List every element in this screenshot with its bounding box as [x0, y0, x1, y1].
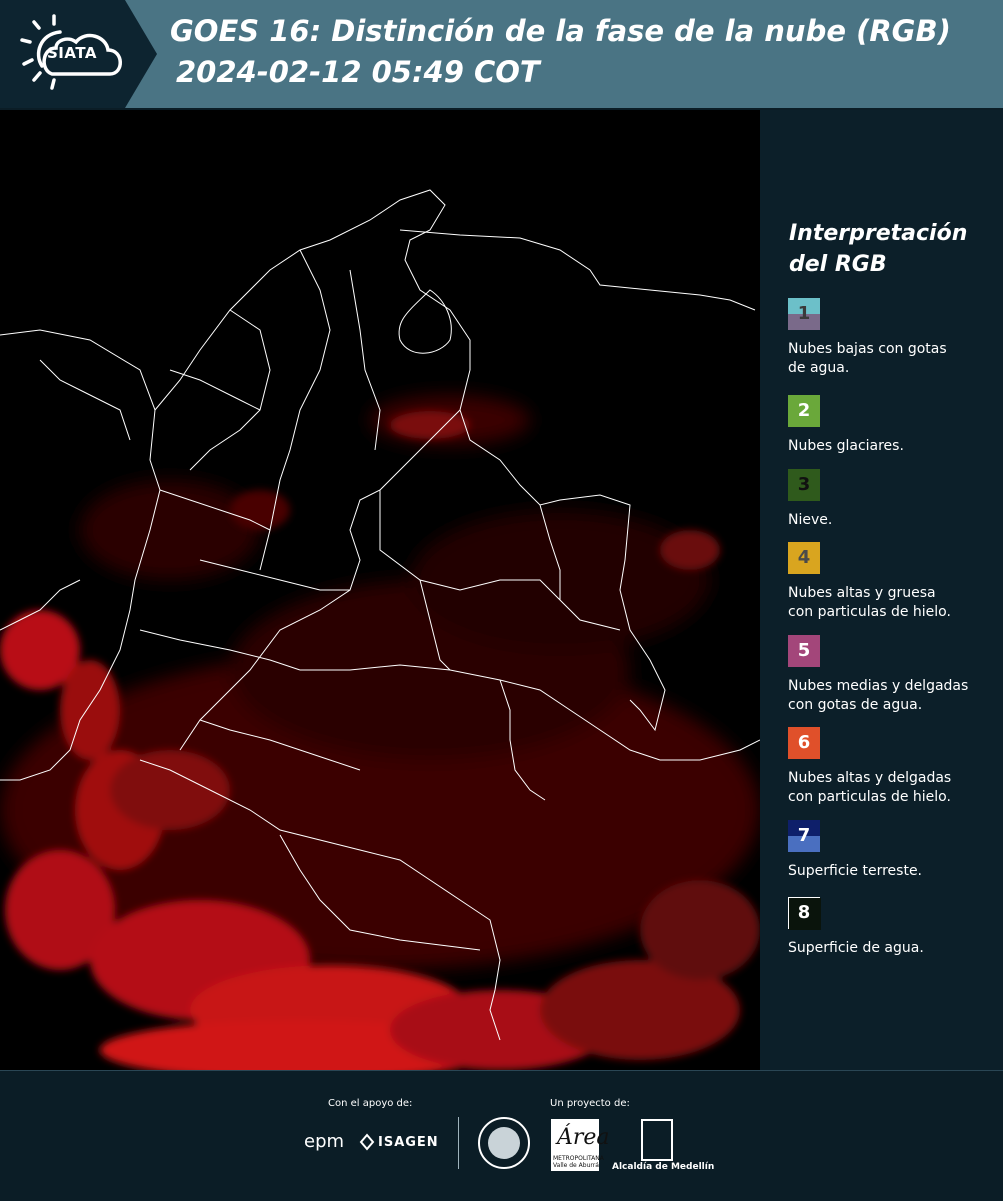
legend-desc-1: Nubes bajas con gotas de agua.	[788, 340, 988, 378]
legend-number-1: 1	[797, 303, 811, 324]
legend-item-1: 1 Nubes bajas con gotas de agua.	[788, 298, 988, 378]
legend-desc-5: Nubes medias y delgadas con gotas de agu…	[788, 677, 988, 715]
legend-number-6: 6	[797, 732, 811, 753]
legend-desc-3-line1: Nieve.	[788, 512, 833, 528]
area-metropolitana-logo[interactable]: Área METROPOLITANA Valle de Aburrá	[551, 1119, 610, 1171]
legend-item-6: 6 Nubes altas y delgadas con particulas …	[788, 727, 988, 807]
legend-title: Interpretación del RGB	[789, 218, 989, 280]
siata-logo-text: SIATA	[47, 44, 98, 62]
legend-swatch-1: 1	[788, 298, 820, 330]
page-timestamp: 2024-02-12 05:49 COT	[176, 55, 540, 89]
isagen-logo[interactable]: ISAGEN	[378, 1135, 439, 1150]
seal-inner	[488, 1127, 520, 1159]
satellite-map-image	[0, 110, 760, 1070]
legend-swatch-3: 3	[788, 469, 820, 501]
area-sub1: METROPOLITANA	[553, 1155, 604, 1162]
isagen-icon	[359, 1133, 375, 1151]
legend-number-3: 3	[797, 474, 811, 495]
legend-desc-4: Nubes altas y gruesa con particulas de h…	[788, 584, 988, 622]
alcaldia-shield-icon[interactable]	[641, 1119, 673, 1161]
legend-desc-2: Nubes glaciares.	[788, 437, 988, 456]
legend-swatch-7: 7	[788, 820, 820, 852]
legend-panel: Interpretación del RGB 1 Nubes bajas con…	[760, 110, 1003, 1070]
legend-swatch-6: 6	[788, 727, 820, 759]
legend-number-2: 2	[797, 400, 811, 421]
legend-desc-7: Superficie terreste.	[788, 862, 988, 881]
legend-desc-6-line1: Nubes altas y delgadas	[788, 770, 952, 786]
legend-title-line2: del RGB	[789, 252, 887, 277]
legend-item-2: 2 Nubes glaciares.	[788, 395, 988, 456]
legend-number-5: 5	[797, 640, 811, 661]
legend-swatch-4: 4	[788, 542, 820, 574]
siata-logo[interactable]: SIATA	[0, 0, 125, 108]
area-subtitle: METROPOLITANA Valle de Aburrá	[553, 1155, 604, 1169]
legend-item-7: 7 Superficie terreste.	[788, 820, 988, 881]
seal-icon[interactable]	[478, 1117, 530, 1169]
legend-item-5: 5 Nubes medias y delgadas con gotas de a…	[788, 635, 988, 715]
support-label: Con el apoyo de:	[328, 1098, 413, 1109]
legend-title-line1: Interpretación	[789, 221, 968, 246]
area-letter: Área	[557, 1125, 610, 1150]
legend-desc-7-line1: Superficie terreste.	[788, 863, 923, 879]
area-sub2: Valle de Aburrá	[553, 1162, 599, 1169]
legend-item-4: 4 Nubes altas y gruesa con particulas de…	[788, 542, 988, 622]
legend-swatch-8: 8	[788, 897, 821, 930]
logo-chevron	[125, 0, 157, 108]
footer: Con el apoyo de: Un proyecto de: epm ISA…	[0, 1070, 1003, 1201]
legend-number-7: 7	[797, 825, 811, 846]
legend-desc-6: Nubes altas y delgadas con particulas de…	[788, 769, 988, 807]
legend-swatch-2: 2	[788, 395, 820, 427]
legend-item-3: 3 Nieve.	[788, 469, 988, 530]
legend-item-8: 8 Superficie de agua.	[788, 897, 988, 958]
legend-number-4: 4	[797, 547, 811, 568]
legend-desc-5-line1: Nubes medias y delgadas	[788, 678, 969, 694]
page-title: GOES 16: Distinción de la fase de la nub…	[170, 14, 951, 48]
header-bar: SIATA GOES 16: Distinción de la fase de …	[0, 0, 1003, 108]
legend-swatch-5: 5	[788, 635, 820, 667]
legend-desc-1-line2: de agua.	[788, 360, 850, 376]
legend-number-8: 8	[797, 902, 811, 923]
legend-desc-3: Nieve.	[788, 511, 988, 530]
project-label: Un proyecto de:	[550, 1098, 630, 1109]
satellite-map[interactable]	[0, 110, 760, 1070]
legend-desc-8: Superficie de agua.	[788, 939, 988, 958]
legend-desc-6-line2: con particulas de hielo.	[788, 789, 951, 805]
legend-desc-4-line1: Nubes altas y gruesa	[788, 585, 936, 601]
legend-desc-8-line1: Superficie de agua.	[788, 940, 924, 956]
legend-desc-1-line1: Nubes bajas con gotas	[788, 341, 947, 357]
legend-desc-5-line2: con gotas de agua.	[788, 697, 923, 713]
epm-logo[interactable]: epm	[304, 1131, 344, 1152]
alcaldia-label: Alcaldía de Medellín	[612, 1162, 715, 1172]
footer-divider	[458, 1117, 459, 1169]
legend-desc-2-line1: Nubes glaciares.	[788, 438, 904, 454]
legend-desc-4-line2: con particulas de hielo.	[788, 604, 951, 620]
